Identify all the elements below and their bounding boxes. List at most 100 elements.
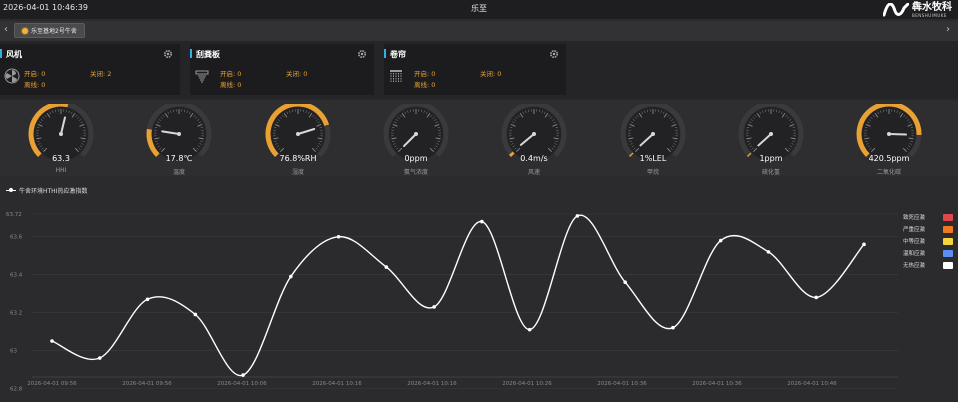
data-point[interactable] — [814, 295, 819, 300]
x-tick-label: 2026-04-01 10:36 — [597, 381, 647, 387]
device-name: 风机 — [6, 50, 22, 59]
data-point[interactable] — [766, 250, 771, 254]
gauge-hhi: 63.3 HHI — [25, 104, 97, 176]
data-point[interactable] — [862, 242, 866, 247]
y-tick-label: 63.6 — [10, 235, 23, 241]
legend-swatch — [943, 261, 953, 269]
gauge-hub — [296, 132, 300, 136]
legend-label: 严重应激 — [903, 227, 926, 233]
tab-bar: ‹ 乐至基地2号牛舍 › — [0, 21, 958, 41]
gauge-value: 0ppm — [404, 154, 428, 163]
x-tick-label: 2026-04-01 10:16 — [312, 381, 362, 387]
data-point[interactable] — [718, 238, 723, 243]
data-point[interactable] — [527, 327, 532, 332]
legend-label: 致死应激 — [903, 215, 926, 221]
gauge-value: 1ppm — [759, 154, 783, 163]
off-label: 关闭: — [286, 70, 302, 78]
logo-icon — [883, 3, 909, 17]
gauge-value: 1%LEL — [639, 154, 667, 163]
gauge-label: 硫化氢 — [761, 169, 780, 176]
gauge-methane: 1%LEL 甲烷 — [617, 104, 689, 176]
device-name: 卷帘 — [390, 50, 406, 59]
sun-icon — [22, 27, 28, 34]
gauge-panel: 63.3 HHI 17.8℃ 温度 76.8%RH 湿度 0ppm 氨气浓度 0.4m/… — [0, 101, 958, 176]
y-tick-label: 63.72 — [6, 212, 22, 218]
scraper-icon — [195, 70, 209, 83]
data-point[interactable] — [623, 280, 627, 285]
legend-label: 中等应激 — [903, 239, 926, 245]
curtain-icon — [390, 70, 402, 82]
tab-next-arrow[interactable]: › — [946, 24, 950, 35]
off-value: 2 — [107, 70, 112, 78]
data-point[interactable] — [384, 265, 389, 269]
gauge-hub — [532, 132, 536, 136]
stress-level-legend: 致死应激 严重应激 中等应激 温和应激 无热应激 — [903, 211, 953, 271]
top-bar: 2026-04-01 10:46:39 乐至 犇水牧科 BENSHUIMUKE — [0, 0, 958, 19]
legend-swatch — [943, 237, 953, 245]
data-point[interactable] — [671, 325, 675, 330]
gauge-wind-speed: 0.4m/s 风速 — [498, 104, 570, 176]
offline-label: 离线: — [414, 81, 430, 89]
gear-icon[interactable] — [163, 49, 173, 59]
legend-swatch — [943, 249, 953, 257]
x-tick-label: 2026-04-01 10:16 — [407, 381, 457, 387]
data-point[interactable] — [289, 274, 293, 279]
offline-value: 0 — [41, 81, 46, 89]
legend-label: 无热应激 — [903, 263, 926, 269]
brand-name: 犇水牧科 — [912, 1, 952, 13]
legend-line-icon — [6, 188, 16, 192]
data-point[interactable] — [480, 219, 484, 224]
brand-subtitle: BENSHUIMUKE — [912, 12, 947, 18]
device-name: 刮粪板 — [196, 50, 220, 59]
data-point[interactable] — [97, 356, 102, 360]
gear-icon[interactable] — [357, 49, 367, 59]
offline-label: 离线: — [220, 81, 236, 89]
data-point[interactable] — [193, 312, 198, 317]
tab-label: 乐至基地2号牛舍 — [31, 28, 77, 35]
gauge-label: HHI — [55, 167, 67, 174]
tab-prev-arrow[interactable]: ‹ — [4, 24, 8, 35]
data-point[interactable] — [145, 297, 150, 302]
off-label: 关闭: — [480, 70, 496, 78]
y-tick-label: 63.4 — [10, 273, 23, 279]
legend-item[interactable]: 致死应激 — [903, 211, 953, 223]
data-point[interactable] — [241, 373, 245, 377]
data-point[interactable] — [575, 214, 580, 218]
offline-label: 离线: — [24, 81, 40, 89]
data-point[interactable] — [432, 305, 436, 309]
legend-swatch — [943, 213, 953, 221]
tab-barn[interactable]: 乐至基地2号牛舍 — [14, 23, 85, 38]
device-card-scraper: 刮粪板 开启: 0 关闭: 0 离线: 0 — [190, 44, 374, 95]
legend-swatch — [943, 225, 953, 233]
series-line — [51, 214, 865, 376]
legend-item[interactable]: 严重应激 — [903, 223, 953, 235]
gauge-needle — [888, 133, 907, 136]
data-point[interactable] — [50, 339, 54, 343]
off-value: 0 — [303, 70, 308, 78]
gear-icon[interactable] — [549, 49, 559, 59]
off-value: 0 — [497, 70, 502, 78]
x-tick-label: 2026-04-01 10:26 — [502, 381, 552, 387]
gauge-value: 420.5ppm — [868, 154, 910, 163]
legend-item[interactable]: 中等应激 — [903, 235, 953, 247]
offline-value: 0 — [431, 81, 436, 89]
y-tick-label: 63 — [10, 348, 17, 354]
series-legend[interactable]: 牛舍环境HTHI热应激指数 — [6, 186, 87, 195]
gauge-label: 风速 — [527, 169, 540, 176]
gauge-label: 湿度 — [291, 169, 304, 176]
gauge-hub — [414, 132, 418, 136]
accent-bar — [190, 49, 192, 58]
on-value: 0 — [41, 70, 46, 78]
data-point[interactable] — [336, 234, 341, 239]
legend-item[interactable]: 无热应激 — [903, 259, 953, 271]
fan-icon — [4, 68, 20, 84]
gauge-humidity: 76.8%RH 湿度 — [262, 104, 334, 176]
gauge-value: 17.8℃ — [165, 154, 193, 163]
gauge-hub — [887, 132, 891, 136]
page-title: 乐至 — [471, 4, 487, 13]
on-label: 开启: — [414, 70, 430, 78]
y-tick-label: 62.8 — [10, 386, 23, 392]
legend-item[interactable]: 温和应激 — [903, 247, 953, 259]
device-card-curtain: 卷帘 开启: 0 关闭: 0 离线: 0 — [384, 44, 566, 95]
x-tick-label: 2026-04-01 09:56 — [122, 381, 172, 387]
